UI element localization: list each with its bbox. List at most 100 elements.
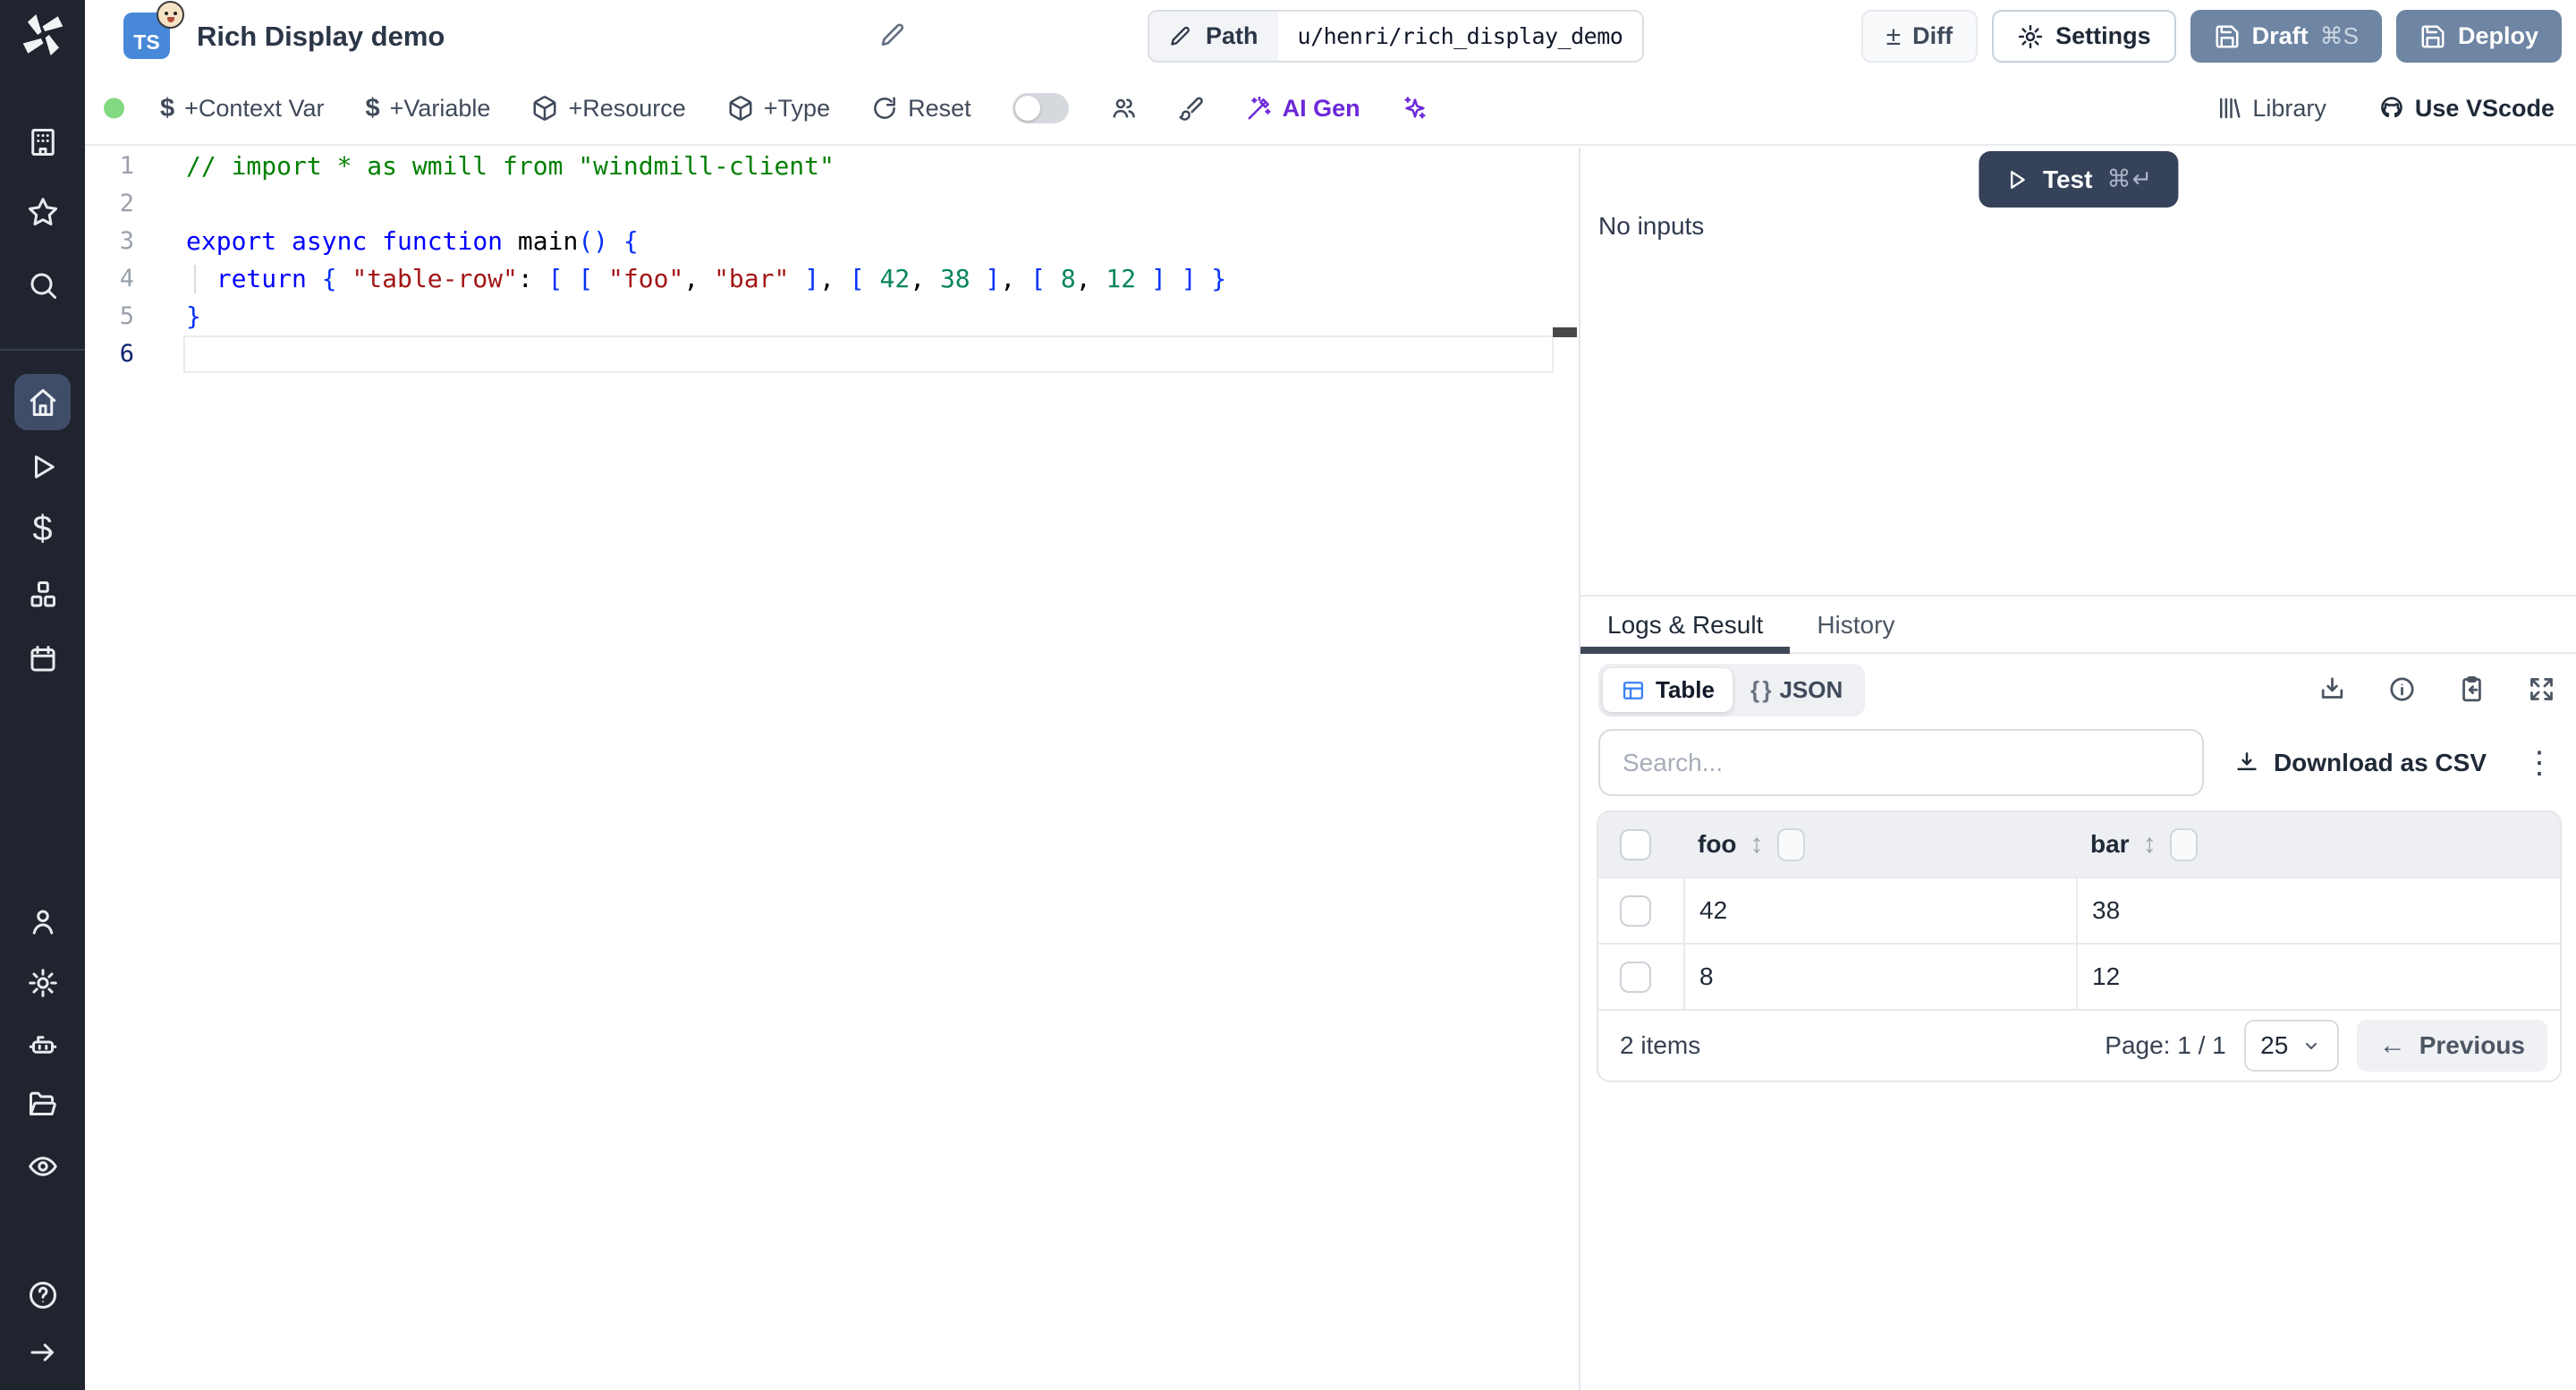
use-vscode-button[interactable]: Use VScode (2378, 95, 2555, 123)
code-line-content[interactable] (183, 185, 1554, 223)
sidebar-item-audit-logs[interactable] (26, 1149, 60, 1183)
windmill-logo-icon[interactable] (19, 11, 67, 59)
plus-minus-icon: ± (1885, 21, 1902, 51)
add-variable-button[interactable]: $ +Variable (365, 94, 490, 123)
pagination: Page: 1 / 1 25 ← Previous (2105, 1020, 2547, 1072)
help-icon[interactable] (26, 1278, 60, 1312)
search-icon[interactable] (26, 268, 60, 302)
column-option-box[interactable] (1776, 827, 1805, 861)
header-buttons: ± Diff Settings Draft ⌘S Deploy (1860, 10, 2562, 63)
tab-history[interactable]: History (1790, 598, 1921, 652)
sidebar-item-runs[interactable] (26, 450, 60, 484)
ai-gen-button[interactable]: AI Gen (1246, 95, 1360, 123)
save-icon (2421, 25, 2445, 47)
line-number: 6 (119, 340, 134, 368)
path-value[interactable]: u/henri/rich_display_demo (1278, 12, 1643, 61)
right-panel: Test ⌘↵ No inputs Logs & Result History (1579, 148, 2576, 1390)
sort-icon[interactable]: ↕ (2143, 829, 2157, 860)
row-checkbox[interactable] (1620, 961, 1651, 993)
code-line[interactable]: 6 (85, 335, 1579, 373)
sidebar-item-variables[interactable]: $ (26, 511, 60, 547)
code-line-content[interactable] (183, 335, 1554, 373)
expand-sidebar-arrow-icon[interactable] (26, 1335, 60, 1369)
download-csv-button[interactable]: Download as CSV (2233, 749, 2487, 777)
edit-title-pencil-icon[interactable] (879, 21, 908, 54)
select-all-cell (1598, 828, 1685, 860)
pencil-icon (1171, 26, 1190, 46)
tab-logs-result[interactable]: Logs & Result (1580, 598, 1791, 654)
settings-button[interactable]: Settings (1992, 10, 2176, 63)
code-line-content[interactable]: // import * as wmill from "windmill-clie… (183, 148, 1554, 185)
result-controls-row: Table { } JSON (1580, 654, 2576, 716)
code-editor[interactable]: 1 // import * as wmill from "windmill-cli… (85, 148, 1579, 1390)
sidebar-item-users[interactable] (26, 905, 60, 939)
expand-icon[interactable] (2527, 674, 2556, 704)
clipboard-copy-icon[interactable] (2457, 674, 2487, 704)
sparkles-icon[interactable] (1402, 95, 1428, 122)
add-context-var-button[interactable]: $ +Context Var (160, 94, 324, 123)
table-row[interactable]: 42 38 (1598, 877, 2560, 943)
sidebar-item-home[interactable] (14, 374, 71, 430)
deploy-button[interactable]: Deploy (2395, 10, 2562, 63)
page-size-select[interactable]: 25 (2243, 1020, 2339, 1072)
kebab-menu-icon[interactable]: ⋮ (2524, 748, 2555, 778)
sidebar-item-schedules[interactable] (26, 642, 60, 676)
add-type-button[interactable]: +Type (727, 95, 830, 123)
code-line[interactable]: 5} (85, 298, 1579, 335)
package-icon (533, 96, 556, 121)
test-button[interactable]: Test ⌘↵ (1978, 151, 2179, 208)
code-line[interactable]: 3 export async function main() { (85, 223, 1579, 260)
select-all-checkbox[interactable] (1620, 828, 1651, 860)
format-brush-icon[interactable] (1178, 95, 1205, 122)
view-toggle: Table { } JSON (1598, 664, 1866, 716)
sidebar-item-folders[interactable] (26, 1088, 60, 1122)
sidebar-item-workers[interactable] (26, 1028, 60, 1062)
draft-button[interactable]: Draft ⌘S (2190, 10, 2382, 63)
code-line[interactable]: 2 (85, 185, 1579, 223)
add-resource-button[interactable]: +Resource (531, 95, 686, 123)
row-checkbox[interactable] (1620, 894, 1651, 927)
view-json-button[interactable]: { } JSON (1733, 668, 1860, 712)
collaborators-icon[interactable] (1110, 95, 1137, 122)
table-search-row: Download as CSV ⋮ (1580, 716, 2576, 796)
sidebar: $ (0, 0, 85, 1390)
code-line[interactable]: 1 // import * as wmill from "windmill-cli… (85, 148, 1579, 185)
library-button[interactable]: Library (2216, 95, 2326, 123)
info-icon[interactable] (2387, 674, 2417, 704)
column-header-foo: foo ↕ (1685, 827, 2078, 861)
favorites-star-icon[interactable] (26, 195, 60, 229)
reset-button[interactable]: Reset (871, 95, 971, 123)
logs-result-panel: Logs & Result History Table { } JSON Sea… (1580, 598, 2576, 1390)
previous-page-button[interactable]: ← Previous (2356, 1020, 2547, 1072)
line-number: 3 (119, 227, 134, 255)
github-icon (2381, 97, 2402, 118)
table-row[interactable]: 8 12 (1598, 943, 2560, 1009)
view-table-button[interactable]: Table (1603, 668, 1733, 712)
path-widget[interactable]: Path u/henri/rich_display_demo (1148, 10, 1645, 63)
dollar-icon: $ (160, 93, 175, 123)
save-icon (2216, 25, 2239, 47)
download-icon[interactable] (2318, 674, 2347, 704)
code-line-content[interactable]: return { "table-row": [ [ "foo", "bar" ]… (183, 260, 1554, 298)
workspace-icon[interactable] (26, 125, 60, 159)
sort-icon[interactable]: ↕ (1750, 829, 1764, 860)
sidebar-item-resources[interactable] (26, 578, 60, 612)
play-icon (2010, 170, 2025, 189)
sidebar-item-settings[interactable] (26, 966, 60, 1000)
chevron-down-icon (2306, 1043, 2318, 1049)
path-button[interactable]: Path (1149, 12, 1278, 61)
column-option-box[interactable] (2169, 827, 2198, 861)
row-select-cell (1598, 878, 1685, 943)
windmill-script-editor: $ TS Rich Display demo Path u/henri/rich… (0, 0, 2576, 1390)
page-title: Rich Display demo (197, 20, 445, 52)
cell-foo: 42 (1685, 878, 2078, 943)
search-input[interactable] (1598, 729, 2204, 796)
diff-button[interactable]: ± Diff (1860, 10, 1979, 63)
code-line-content[interactable]: export async function main() { (183, 223, 1554, 260)
diff-mode-toggle[interactable] (1012, 93, 1069, 123)
code-lines[interactable]: 1 // import * as wmill from "windmill-cli… (85, 148, 1579, 373)
table-body: 42 38 8 12 (1598, 877, 2560, 1009)
code-line[interactable]: 4 return { "table-row": [ [ "foo", "bar"… (85, 260, 1579, 298)
code-line-content[interactable]: } (183, 298, 1554, 335)
cell-bar: 38 (2092, 896, 2121, 924)
